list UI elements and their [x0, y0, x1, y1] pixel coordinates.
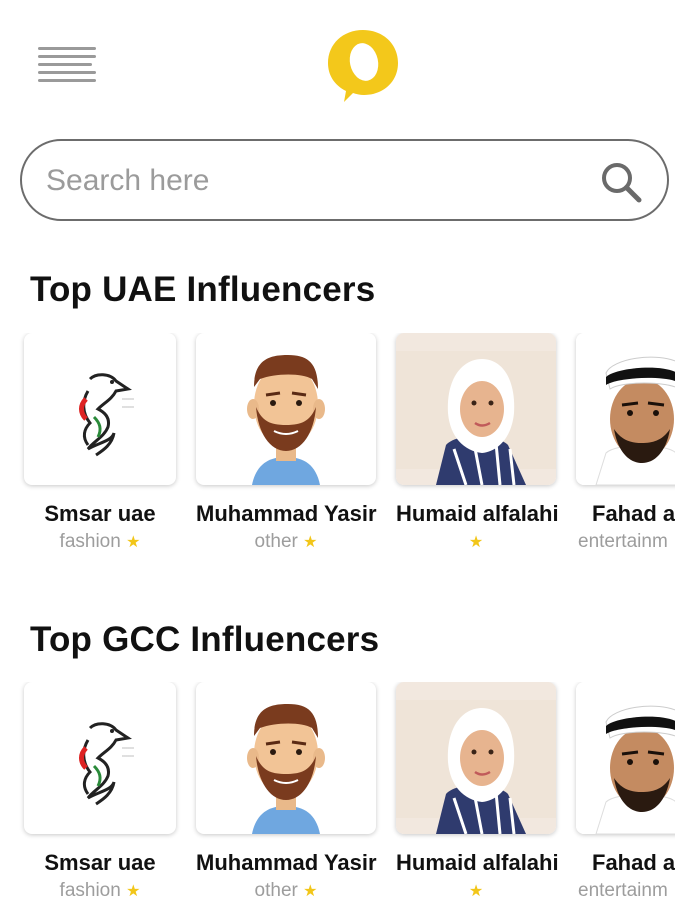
- woman-hijab-avatar-icon: [396, 682, 556, 834]
- influencer-category: other ★: [254, 880, 318, 901]
- star-icon: ★: [303, 883, 318, 900]
- influencer-name: Smsar uae: [44, 501, 156, 526]
- avatar: [196, 682, 376, 834]
- influencer-name: Humaid alfalahi: [396, 850, 559, 875]
- star-icon: ★: [468, 883, 484, 900]
- falcon-logo-icon: ⋯⋯ ⋯⋯: [79, 373, 134, 457]
- avatar: [576, 682, 675, 834]
- influencer-name: Humaid alfalahi: [396, 501, 559, 526]
- avatar: ⋯⋯ ⋯⋯: [24, 333, 176, 485]
- search-input[interactable]: [44, 157, 588, 205]
- bearded-man-avatar-icon: [247, 355, 325, 485]
- star-icon: ★: [126, 534, 141, 551]
- influencer-category: entertainm: [578, 531, 668, 552]
- influencer-category: fashion ★: [59, 880, 141, 901]
- section-title-gcc: Top GCC Influencers: [30, 620, 380, 659]
- influencer-category: other ★: [254, 531, 318, 552]
- avatar: [396, 682, 556, 834]
- avatar: [576, 333, 675, 485]
- avatar: [396, 333, 556, 485]
- influencer-row-gcc: ⋯⋯ ⋯⋯ Smsar uae fashion ★ Muhammad Yasir…: [0, 682, 675, 912]
- svg-text:⋯⋯: ⋯⋯: [122, 397, 134, 403]
- star-icon: ★: [126, 883, 141, 900]
- svg-text:⋯⋯: ⋯⋯: [122, 405, 134, 411]
- avatar: [196, 333, 376, 485]
- avatar: ⋯⋯ ⋯⋯: [24, 682, 176, 834]
- search-bar: [20, 139, 669, 221]
- influencer-name: Muhammad Yasir: [196, 850, 377, 875]
- influencer-name: Fahad a: [592, 501, 675, 526]
- man-ghutra-avatar-icon: [576, 333, 675, 485]
- star-icon: ★: [303, 534, 318, 551]
- svg-text:⋯⋯: ⋯⋯: [122, 746, 134, 752]
- star-icon: ★: [468, 534, 484, 551]
- svg-text:⋯⋯: ⋯⋯: [122, 754, 134, 760]
- speech-bubble-logo-icon[interactable]: [320, 22, 406, 108]
- bearded-man-avatar-icon: [247, 704, 325, 834]
- hamburger-menu-icon[interactable]: [38, 45, 98, 87]
- falcon-logo-icon: ⋯⋯ ⋯⋯: [79, 722, 134, 806]
- influencer-name: Muhammad Yasir: [196, 501, 377, 526]
- influencer-category: fashion ★: [59, 531, 141, 552]
- woman-hijab-avatar-icon: [396, 333, 556, 485]
- influencer-row-uae: ⋯⋯ ⋯⋯ Smsar uae fashion ★ Muhammad Yasir…: [0, 333, 675, 563]
- influencer-name: Smsar uae: [44, 850, 156, 875]
- search-icon[interactable]: [599, 160, 643, 204]
- influencer-category: entertainm: [578, 880, 668, 901]
- influencer-name: Fahad a: [592, 850, 675, 875]
- section-title-uae: Top UAE Influencers: [30, 270, 376, 309]
- man-ghutra-avatar-icon: [576, 682, 675, 834]
- influencer-category: ★: [396, 531, 556, 553]
- influencer-category: ★: [396, 880, 556, 902]
